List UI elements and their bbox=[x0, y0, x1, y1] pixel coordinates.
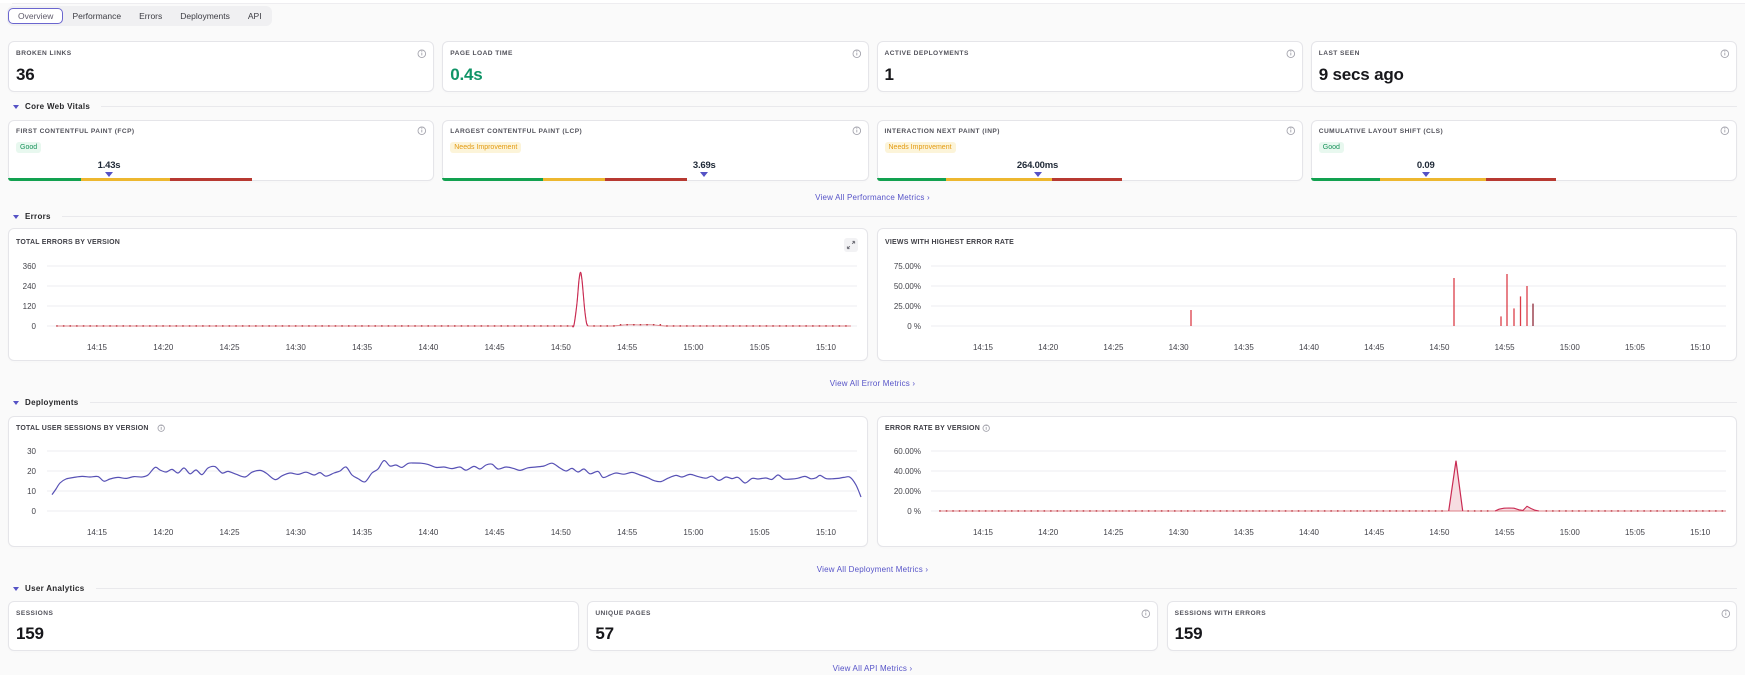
svg-text:14:55: 14:55 bbox=[1495, 528, 1516, 537]
svg-text:30: 30 bbox=[27, 447, 36, 456]
svg-text:14:45: 14:45 bbox=[1364, 343, 1385, 352]
svg-text:15:10: 15:10 bbox=[816, 528, 837, 537]
svg-text:15:05: 15:05 bbox=[750, 343, 771, 352]
svg-text:14:30: 14:30 bbox=[1169, 528, 1190, 537]
svg-text:75.00%: 75.00% bbox=[894, 262, 921, 271]
svg-text:14:35: 14:35 bbox=[1234, 343, 1255, 352]
svg-text:14:45: 14:45 bbox=[485, 343, 506, 352]
svg-text:0: 0 bbox=[32, 507, 37, 516]
svg-text:14:25: 14:25 bbox=[220, 528, 241, 537]
svg-text:60.00%: 60.00% bbox=[894, 447, 921, 456]
svg-text:14:15: 14:15 bbox=[87, 343, 108, 352]
svg-text:15:05: 15:05 bbox=[1625, 343, 1646, 352]
svg-text:40.00%: 40.00% bbox=[894, 467, 921, 476]
svg-text:15:10: 15:10 bbox=[1690, 528, 1711, 537]
svg-text:0 %: 0 % bbox=[907, 322, 921, 331]
svg-text:14:20: 14:20 bbox=[1038, 343, 1059, 352]
svg-text:14:50: 14:50 bbox=[551, 343, 572, 352]
svg-text:240: 240 bbox=[23, 282, 37, 291]
svg-text:14:35: 14:35 bbox=[352, 528, 373, 537]
svg-text:15:00: 15:00 bbox=[1560, 343, 1581, 352]
svg-text:15:10: 15:10 bbox=[816, 343, 837, 352]
svg-text:20.00%: 20.00% bbox=[894, 487, 921, 496]
svg-text:14:15: 14:15 bbox=[87, 528, 108, 537]
svg-text:120: 120 bbox=[23, 302, 37, 311]
svg-text:14:15: 14:15 bbox=[973, 528, 994, 537]
svg-text:14:55: 14:55 bbox=[617, 343, 638, 352]
svg-text:14:40: 14:40 bbox=[1299, 528, 1320, 537]
svg-text:50.00%: 50.00% bbox=[894, 282, 921, 291]
svg-text:14:35: 14:35 bbox=[1234, 528, 1255, 537]
svg-text:14:25: 14:25 bbox=[1103, 343, 1124, 352]
svg-text:14:25: 14:25 bbox=[220, 343, 241, 352]
svg-text:14:40: 14:40 bbox=[418, 343, 439, 352]
svg-text:14:35: 14:35 bbox=[352, 343, 373, 352]
svg-text:14:20: 14:20 bbox=[1038, 528, 1059, 537]
svg-text:14:30: 14:30 bbox=[286, 343, 307, 352]
svg-text:14:50: 14:50 bbox=[1429, 343, 1450, 352]
svg-text:14:50: 14:50 bbox=[1429, 528, 1450, 537]
svg-text:14:25: 14:25 bbox=[1103, 528, 1124, 537]
svg-text:15:00: 15:00 bbox=[1560, 528, 1581, 537]
svg-text:14:50: 14:50 bbox=[551, 528, 572, 537]
svg-text:15:00: 15:00 bbox=[683, 343, 704, 352]
svg-text:14:45: 14:45 bbox=[485, 528, 506, 537]
svg-text:14:40: 14:40 bbox=[418, 528, 439, 537]
svg-text:14:45: 14:45 bbox=[1364, 528, 1385, 537]
svg-text:15:05: 15:05 bbox=[750, 528, 771, 537]
svg-text:14:55: 14:55 bbox=[617, 528, 638, 537]
svg-text:14:40: 14:40 bbox=[1299, 343, 1320, 352]
svg-text:14:20: 14:20 bbox=[153, 343, 174, 352]
svg-text:10: 10 bbox=[27, 487, 36, 496]
svg-text:14:30: 14:30 bbox=[1169, 343, 1190, 352]
svg-text:14:30: 14:30 bbox=[286, 528, 307, 537]
svg-text:25.00%: 25.00% bbox=[894, 302, 921, 311]
svg-text:14:15: 14:15 bbox=[973, 343, 994, 352]
svg-text:15:05: 15:05 bbox=[1625, 528, 1646, 537]
svg-text:20: 20 bbox=[27, 467, 36, 476]
svg-text:14:55: 14:55 bbox=[1495, 343, 1516, 352]
svg-text:14:20: 14:20 bbox=[153, 528, 174, 537]
svg-text:15:10: 15:10 bbox=[1690, 343, 1711, 352]
svg-text:15:00: 15:00 bbox=[683, 528, 704, 537]
svg-text:0 %: 0 % bbox=[907, 507, 921, 516]
svg-text:360: 360 bbox=[23, 262, 37, 271]
svg-text:0: 0 bbox=[32, 322, 37, 331]
